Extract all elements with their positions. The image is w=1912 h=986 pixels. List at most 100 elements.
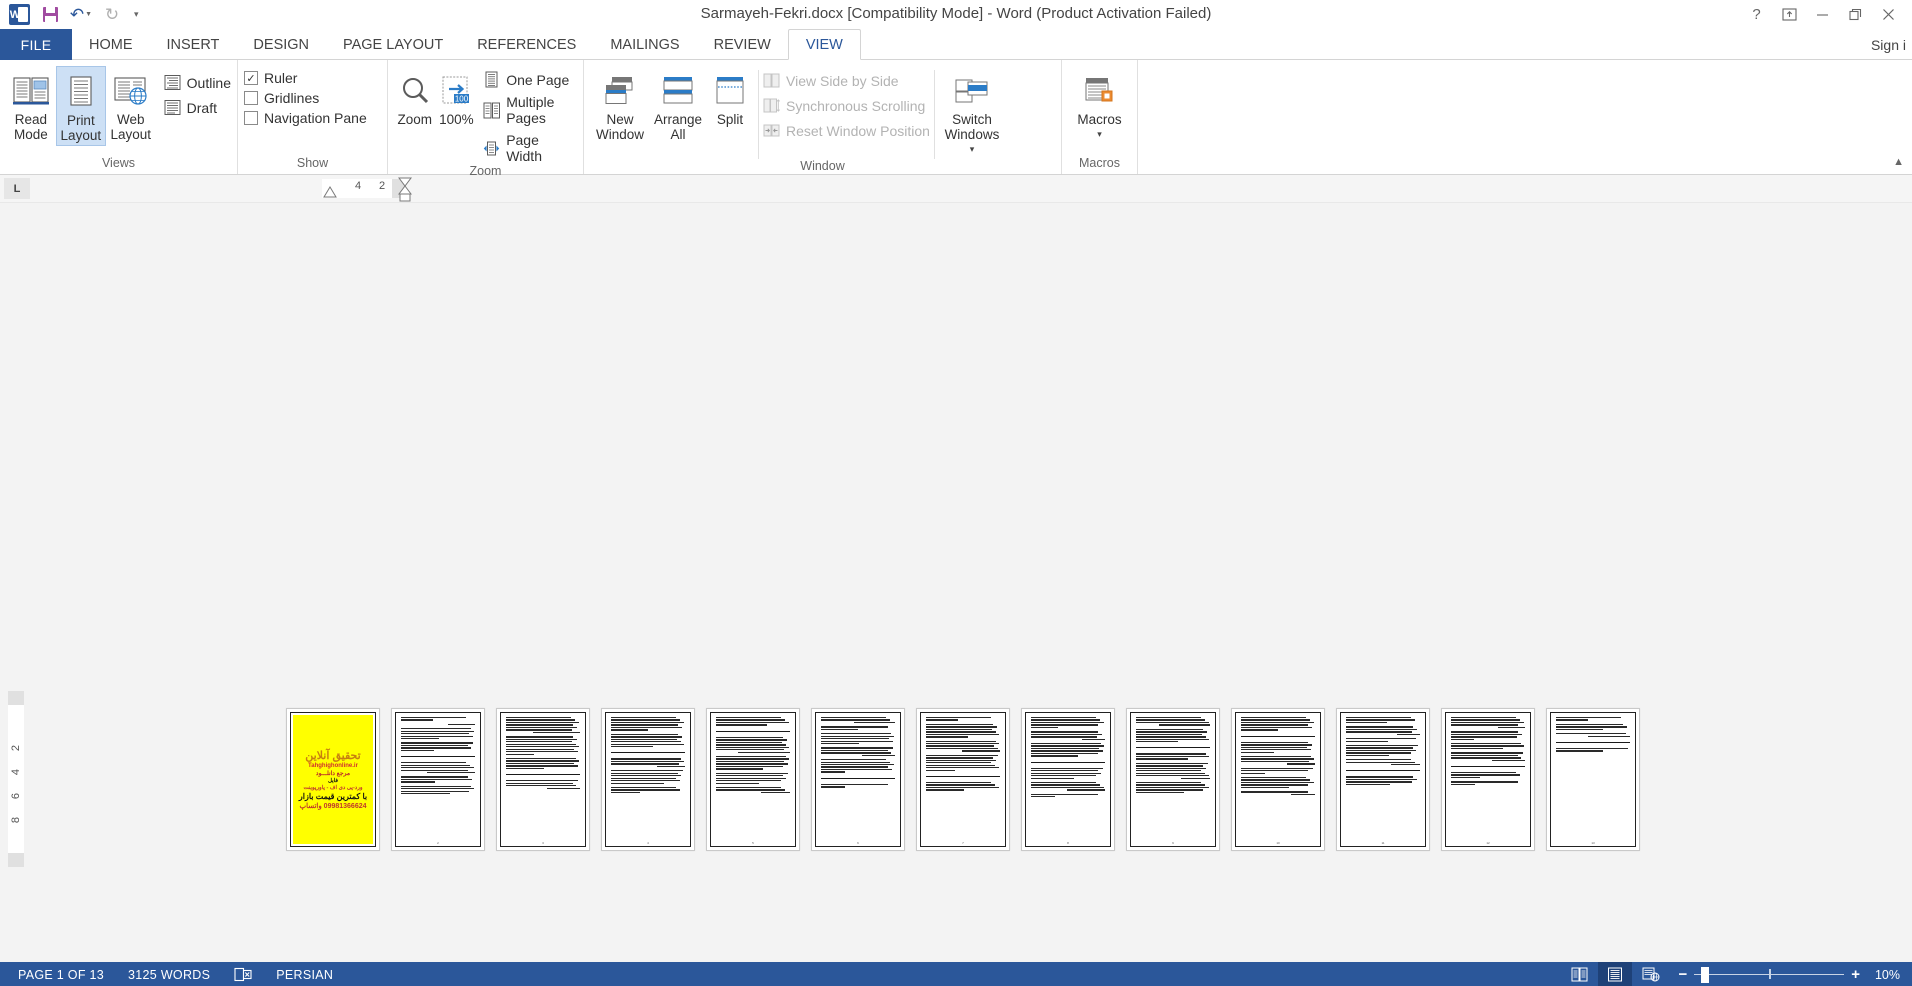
ribbon-display-options-button[interactable] bbox=[1774, 2, 1805, 28]
page-thumbnail[interactable]: 5 bbox=[706, 708, 800, 851]
page-thumbnail-strip[interactable]: تحقیق آنلاین Tahghighonline.ir مرجع دانلــ… bbox=[286, 708, 1640, 851]
page-thumbnail[interactable]: تحقیق آنلاین Tahghighonline.ir مرجع دانلــ… bbox=[286, 708, 380, 851]
text-line bbox=[401, 738, 439, 740]
minimize-button[interactable] bbox=[1807, 2, 1838, 28]
customize-qat-button[interactable]: ▾ bbox=[130, 9, 139, 20]
cover-line1: تحقیق آنلاین bbox=[305, 750, 361, 762]
web-layout-view-button[interactable] bbox=[1634, 962, 1668, 986]
tab-insert[interactable]: INSERT bbox=[150, 29, 237, 60]
sign-in-button[interactable]: Sign i bbox=[1871, 29, 1906, 60]
vertical-ruler[interactable]: 2 4 6 8 bbox=[8, 203, 24, 962]
gridlines-checkbox-row[interactable]: Gridlines bbox=[244, 90, 367, 106]
ruler-checkbox-row[interactable]: ✓ Ruler bbox=[244, 70, 367, 86]
ruler-checkbox[interactable]: ✓ bbox=[244, 71, 258, 85]
read-mode-button[interactable]: Read Mode bbox=[6, 66, 56, 144]
text-line bbox=[1031, 770, 1098, 772]
paragraph-block bbox=[1031, 767, 1105, 779]
zoom-level-button[interactable]: 10% bbox=[1870, 968, 1904, 982]
paragraph-block bbox=[611, 786, 685, 794]
page-width-label: Page Width bbox=[506, 132, 542, 164]
window-title: Sarmayeh-Fekri.docx [Compatibility Mode]… bbox=[700, 5, 1212, 22]
text-line bbox=[821, 764, 894, 766]
synchronous-scrolling-button[interactable]: Synchronous Scrolling bbox=[763, 97, 930, 114]
page-number: 8 bbox=[1067, 841, 1069, 845]
zoom-button[interactable]: Zoom bbox=[394, 66, 436, 129]
zoom-100-button[interactable]: 100 100% bbox=[436, 66, 478, 129]
word-count[interactable]: 3125 WORDS bbox=[116, 962, 222, 986]
page-thumbnail[interactable]: 7 bbox=[916, 708, 1010, 851]
undo-button[interactable]: ↶ ▼ bbox=[68, 3, 94, 27]
zoom-out-button[interactable]: − bbox=[1678, 966, 1687, 983]
zoom-slider-thumb[interactable] bbox=[1701, 966, 1710, 983]
page-thumbnail[interactable]: 4 bbox=[601, 708, 695, 851]
undo-dropdown-icon[interactable]: ▼ bbox=[85, 11, 92, 18]
navigation-pane-checkbox-row[interactable]: Navigation Pane bbox=[244, 110, 367, 126]
navigation-pane-checkbox[interactable] bbox=[244, 111, 258, 125]
page-thumbnail[interactable]: 9 bbox=[1126, 708, 1220, 851]
magnifier-icon bbox=[399, 70, 431, 112]
left-indent-marker[interactable] bbox=[322, 185, 340, 199]
text-line bbox=[1241, 717, 1307, 719]
tab-page-layout[interactable]: PAGE LAYOUT bbox=[326, 29, 460, 60]
page-thumbnail[interactable]: 12 bbox=[1441, 708, 1535, 851]
gridlines-checkbox[interactable] bbox=[244, 91, 258, 105]
help-button[interactable]: ? bbox=[1741, 2, 1772, 28]
paragraph-block bbox=[1346, 717, 1420, 724]
text-line bbox=[716, 746, 790, 748]
web-layout-button[interactable]: Web Layout bbox=[106, 66, 156, 144]
arrange-all-button[interactable]: Arrange All bbox=[650, 66, 706, 144]
switch-windows-dropdown-icon[interactable]: ▾ bbox=[970, 142, 975, 157]
multiple-pages-button[interactable]: Multiple Pages bbox=[483, 94, 577, 126]
page-indicator[interactable]: PAGE 1 OF 13 bbox=[6, 962, 116, 986]
print-layout-button[interactable]: Print Layout bbox=[55, 66, 106, 146]
collapse-ribbon-button[interactable]: ▲ bbox=[1893, 156, 1904, 168]
paragraph-block bbox=[401, 785, 475, 795]
page-thumbnail[interactable]: 13 bbox=[1546, 708, 1640, 851]
one-page-icon bbox=[485, 71, 498, 88]
horizontal-ruler[interactable]: 4 2 bbox=[34, 175, 1912, 202]
redo-button[interactable]: ↻ bbox=[99, 3, 125, 27]
split-button[interactable]: Split bbox=[706, 66, 754, 129]
new-window-button[interactable]: New Window bbox=[590, 66, 650, 144]
page-thumbnail[interactable]: 3 bbox=[496, 708, 590, 851]
page-thumbnail[interactable]: 10 bbox=[1231, 708, 1325, 851]
restore-button[interactable] bbox=[1840, 2, 1871, 28]
page-thumbnail[interactable]: 11 bbox=[1336, 708, 1430, 851]
page-thumbnail[interactable]: 2 bbox=[391, 708, 485, 851]
proofing-status-button[interactable] bbox=[222, 962, 264, 986]
page-thumbnail[interactable]: 8 bbox=[1021, 708, 1115, 851]
text-line bbox=[1136, 789, 1204, 791]
tab-view[interactable]: VIEW bbox=[787, 29, 861, 60]
page-width-button[interactable]: Page Width bbox=[483, 132, 577, 164]
tab-references[interactable]: REFERENCES bbox=[460, 29, 593, 60]
read-mode-view-button[interactable] bbox=[1562, 962, 1596, 986]
text-line bbox=[1031, 793, 1099, 795]
text-line bbox=[1031, 731, 1099, 733]
page-thumbnail[interactable]: 6 bbox=[811, 708, 905, 851]
outline-button[interactable]: Outline bbox=[164, 74, 231, 91]
close-button[interactable] bbox=[1873, 2, 1904, 28]
tab-mailings[interactable]: MAILINGS bbox=[593, 29, 696, 60]
document-canvas[interactable]: 2 4 6 8 تحقیق آنلاین Tahghighonline.ir مرج… bbox=[0, 203, 1912, 962]
view-side-by-side-button[interactable]: View Side by Side bbox=[763, 72, 930, 89]
switch-windows-button[interactable]: Switch Windows ▾ bbox=[939, 66, 1005, 159]
tab-file[interactable]: FILE bbox=[0, 29, 72, 60]
reset-window-position-button[interactable]: Reset Window Position bbox=[763, 122, 930, 139]
print-layout-view-button[interactable] bbox=[1598, 962, 1633, 986]
draft-button[interactable]: Draft bbox=[164, 99, 231, 116]
zoom-slider-track[interactable] bbox=[1694, 962, 1845, 986]
save-button[interactable] bbox=[37, 3, 63, 27]
tab-review[interactable]: REVIEW bbox=[697, 29, 788, 60]
tab-design[interactable]: DESIGN bbox=[236, 29, 326, 60]
one-page-button[interactable]: One Page bbox=[483, 71, 577, 88]
zoom-slider-control[interactable]: − + bbox=[1670, 962, 1868, 986]
text-line bbox=[926, 747, 998, 750]
tab-stop-selector[interactable]: L bbox=[4, 178, 30, 199]
right-indent-marker[interactable] bbox=[396, 176, 414, 202]
tab-home[interactable]: HOME bbox=[72, 29, 150, 60]
macros-button[interactable]: Macros ▾ bbox=[1069, 66, 1131, 144]
macros-dropdown-icon[interactable]: ▾ bbox=[1097, 127, 1102, 142]
zoom-in-button[interactable]: + bbox=[1851, 966, 1860, 983]
text-line bbox=[1241, 779, 1310, 781]
language-indicator[interactable]: PERSIAN bbox=[264, 962, 345, 986]
